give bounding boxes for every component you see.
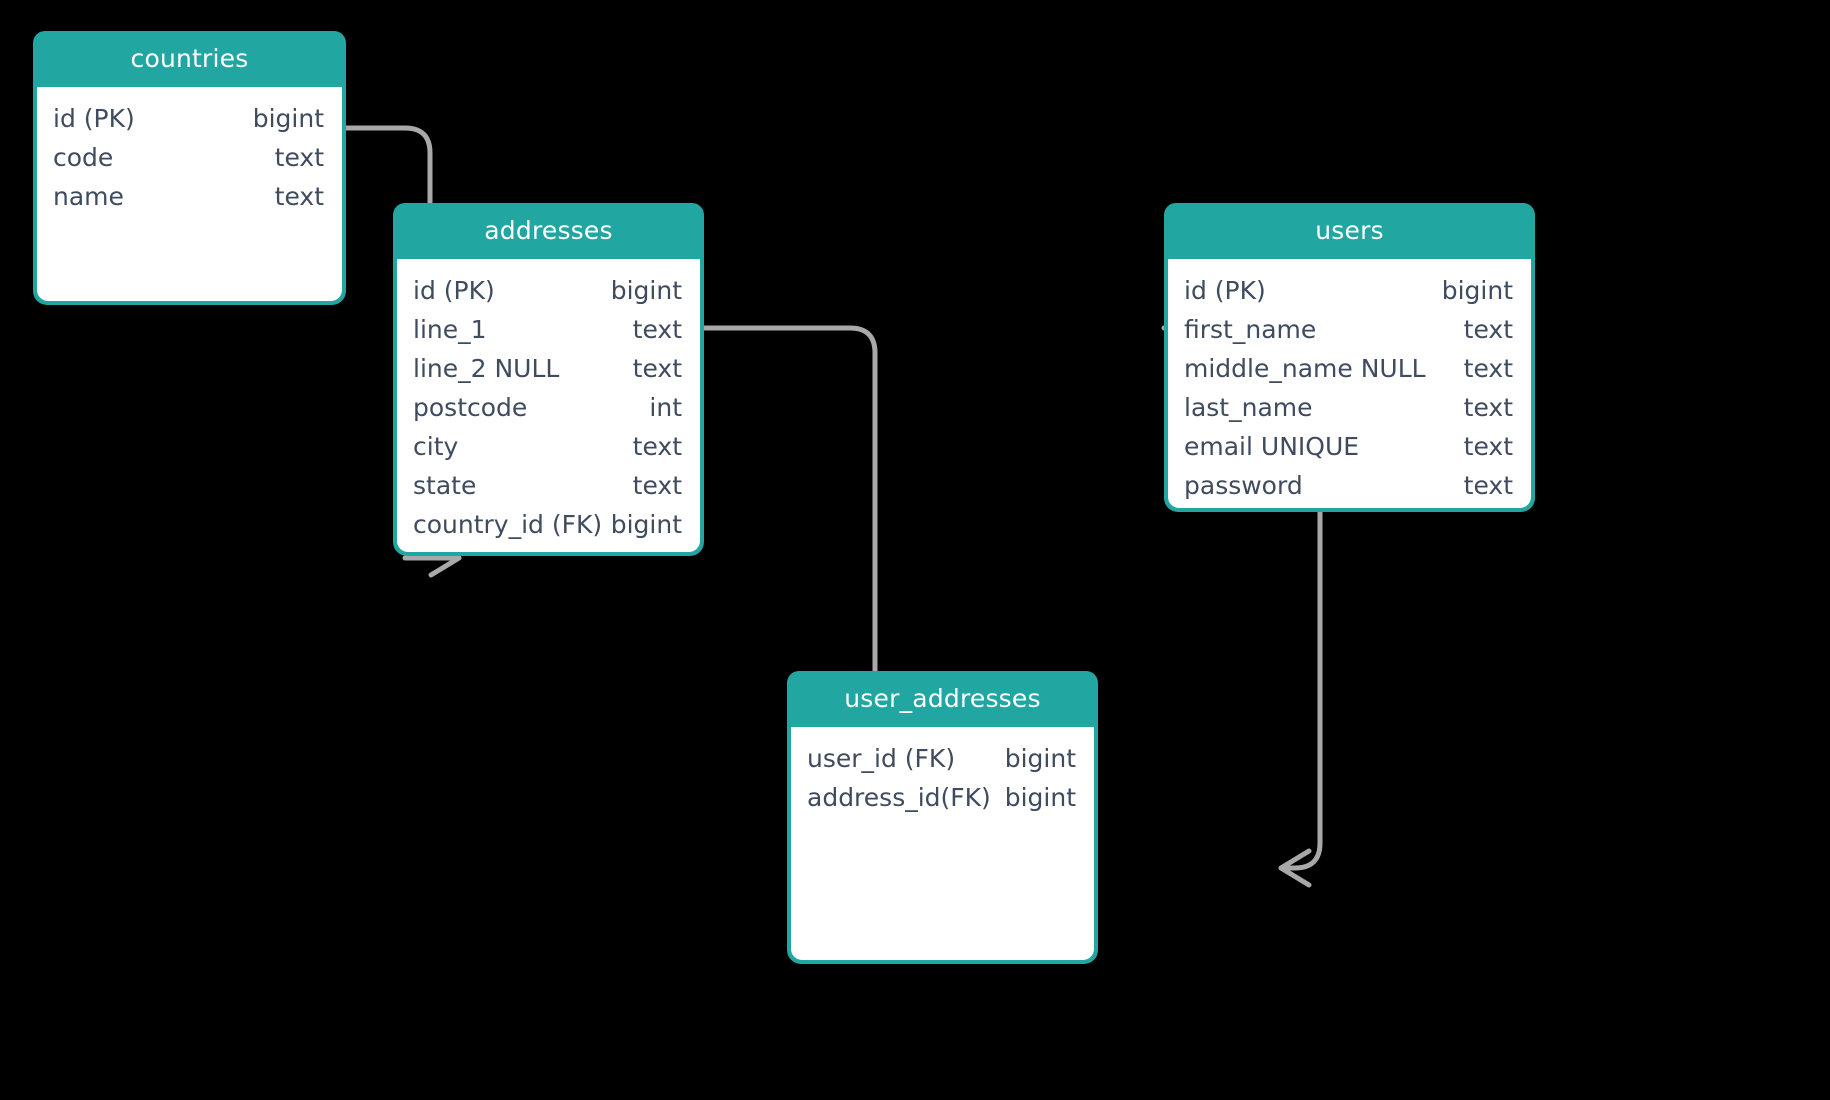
field-type: bigint — [1004, 744, 1076, 773]
field-name: email UNIQUE — [1184, 432, 1360, 461]
field-type: text — [274, 143, 324, 172]
field-type: text — [274, 182, 324, 211]
erd-canvas: countries id (PK) bigint code text name … — [0, 0, 1830, 1100]
entity-table-user-addresses[interactable]: user_addresses user_id (FK) bigint addre… — [787, 671, 1098, 964]
entity-fields-addresses: id (PK) bigint line_1 text line_2 NULL t… — [397, 259, 700, 552]
field-row[interactable]: last_name text — [1168, 388, 1531, 427]
field-name: address_id(FK) — [807, 783, 991, 812]
field-name: user_id (FK) — [807, 744, 956, 773]
crowsfoot-users-user_addresses — [1278, 848, 1312, 888]
field-name: state — [413, 471, 477, 500]
entity-title-addresses: addresses — [393, 203, 704, 259]
entity-table-addresses[interactable]: addresses id (PK) bigint line_1 text lin… — [393, 203, 704, 556]
entity-table-users[interactable]: users id (PK) bigint first_name text mid… — [1164, 203, 1535, 512]
field-type: bigint — [1441, 276, 1513, 305]
field-name: line_1 — [413, 315, 487, 344]
field-type: int — [649, 393, 682, 422]
entity-fields-user-addresses: user_id (FK) bigint address_id(FK) bigin… — [791, 727, 1094, 960]
field-row[interactable]: line_1 text — [397, 310, 700, 349]
entity-title-countries: countries — [33, 31, 346, 87]
field-type: text — [1463, 432, 1513, 461]
entity-table-countries[interactable]: countries id (PK) bigint code text name … — [33, 31, 346, 305]
field-row[interactable]: id (PK) bigint — [37, 99, 342, 138]
field-row[interactable]: address_id(FK) bigint — [791, 778, 1094, 817]
field-type: bigint — [610, 276, 682, 305]
field-name: first_name — [1184, 315, 1317, 344]
field-name: code — [53, 143, 114, 172]
field-name: postcode — [413, 393, 528, 422]
field-type: text — [632, 432, 682, 461]
field-type: bigint — [610, 510, 682, 539]
field-type: text — [1463, 354, 1513, 383]
field-name: country_id (FK) — [413, 510, 603, 539]
field-row[interactable]: middle_name NULL text — [1168, 349, 1531, 388]
field-type: bigint — [1004, 783, 1076, 812]
field-type: text — [632, 315, 682, 344]
field-row[interactable]: first_name text — [1168, 310, 1531, 349]
field-name: name — [53, 182, 124, 211]
field-type: text — [1463, 471, 1513, 500]
field-name: id (PK) — [413, 276, 495, 305]
field-type: text — [1463, 315, 1513, 344]
entity-title-user-addresses: user_addresses — [787, 671, 1098, 727]
field-row[interactable]: id (PK) bigint — [1168, 271, 1531, 310]
field-type: bigint — [252, 104, 324, 133]
field-row[interactable]: user_id (FK) bigint — [791, 739, 1094, 778]
field-name: city — [413, 432, 459, 461]
field-row[interactable]: name text — [37, 177, 342, 216]
field-row[interactable]: code text — [37, 138, 342, 177]
field-type: text — [1463, 393, 1513, 422]
field-type: text — [632, 354, 682, 383]
field-name: password — [1184, 471, 1303, 500]
field-row[interactable]: line_2 NULL text — [397, 349, 700, 388]
field-row[interactable]: state text — [397, 466, 700, 505]
field-name: last_name — [1184, 393, 1313, 422]
entity-fields-countries: id (PK) bigint code text name text — [37, 87, 342, 301]
field-row[interactable]: email UNIQUE text — [1168, 427, 1531, 466]
entity-fields-users: id (PK) bigint first_name text middle_na… — [1168, 259, 1531, 508]
entity-title-users: users — [1164, 203, 1535, 259]
field-row[interactable]: country_id (FK) bigint — [397, 505, 700, 544]
field-name: id (PK) — [1184, 276, 1266, 305]
field-row[interactable]: password text — [1168, 466, 1531, 505]
field-name: middle_name NULL — [1184, 354, 1426, 383]
field-name: line_2 NULL — [413, 354, 560, 383]
field-row[interactable]: id (PK) bigint — [397, 271, 700, 310]
field-row[interactable]: postcode int — [397, 388, 700, 427]
field-row[interactable]: city text — [397, 427, 700, 466]
field-type: text — [632, 471, 682, 500]
field-name: id (PK) — [53, 104, 135, 133]
